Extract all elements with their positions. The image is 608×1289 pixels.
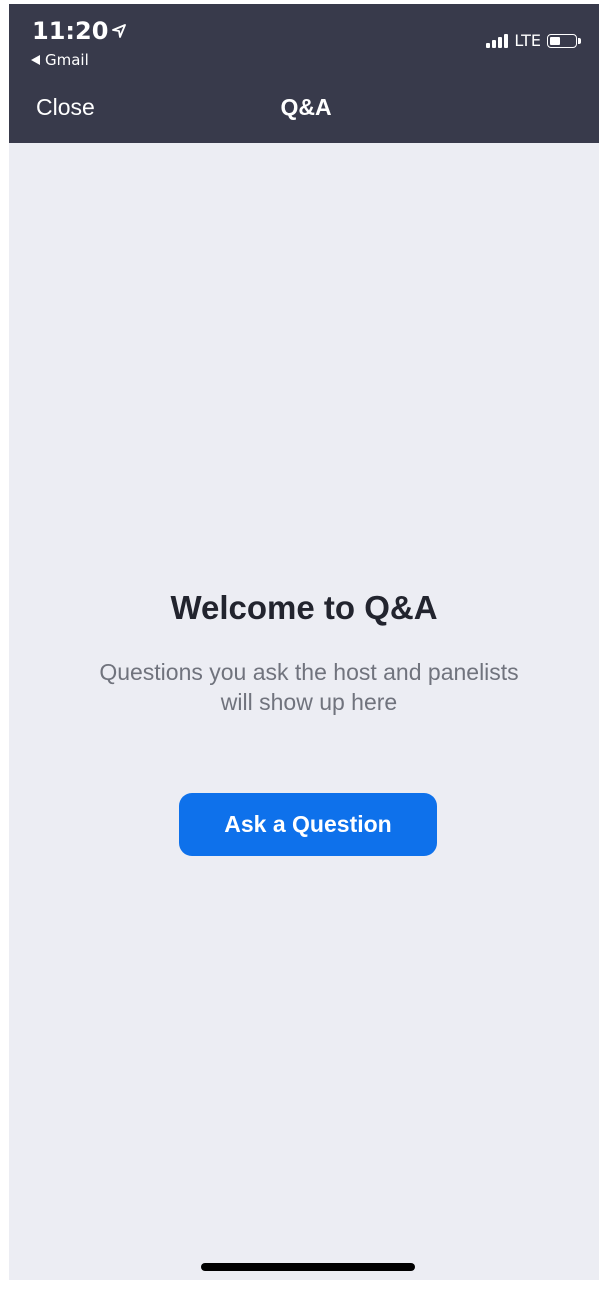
home-indicator[interactable] [201,1263,415,1271]
page-title-text: Q&A [280,94,332,120]
battery-icon [547,33,581,48]
subtitle-line-1: Questions you ask the host and panelists [99,659,519,685]
back-app-label: Gmail [45,51,89,69]
battery-fill [550,36,560,45]
status-indicators: LTE [486,31,581,50]
qa-screen: 11:20 Gmail LTE Close Q&A Welcome to Q&A [9,4,599,1280]
time-label: 11:20 [32,17,109,45]
ask-question-button[interactable]: Ask a Question [179,793,437,856]
subtitle-line-2: will show up here [220,689,398,715]
back-to-app-link[interactable]: Gmail [31,51,89,69]
back-triangle-icon [31,51,41,69]
status-time: 11:20 [32,17,127,45]
top-bar: 11:20 Gmail LTE Close Q&A [9,4,599,143]
close-button[interactable]: Close [36,94,95,121]
network-type: LTE [514,31,541,50]
page-title: Q&A [9,94,599,121]
empty-state-subtitle: Questions you ask the host and panelists… [59,657,559,717]
signal-bars-icon [486,33,509,48]
empty-state-title: Welcome to Q&A [170,589,438,626]
location-arrow-icon [112,24,127,38]
